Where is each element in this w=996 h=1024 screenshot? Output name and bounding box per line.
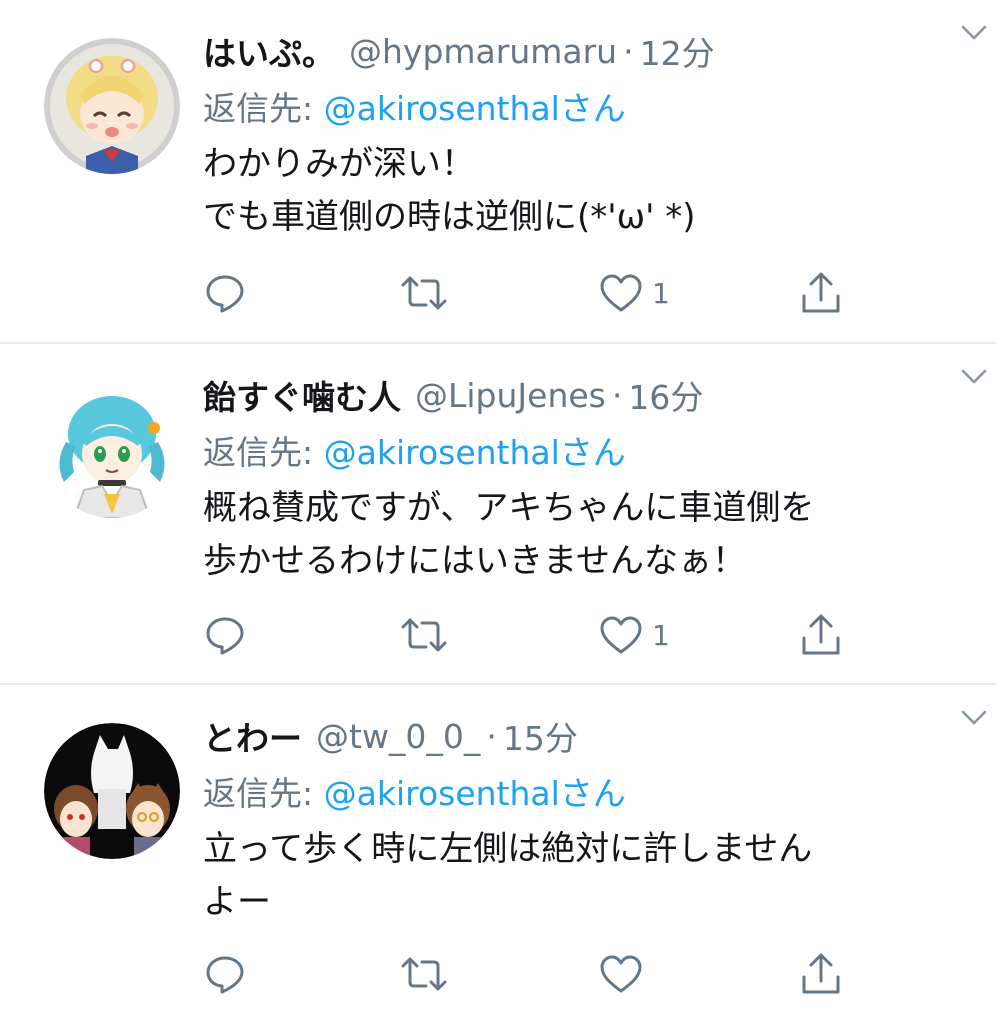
tweet-actions: [203, 949, 843, 999]
retweet-button[interactable]: [399, 949, 449, 999]
chevron-down-icon[interactable]: [958, 360, 990, 392]
tweet[interactable]: はいぷ。 @hypmarumaru · 12分 返信先: @akirosenth…: [0, 0, 996, 344]
avatar-cyan-hair-girl: [44, 382, 180, 518]
retweet-button[interactable]: [399, 268, 449, 318]
timestamp[interactable]: 16分: [628, 371, 703, 419]
tweet-actions: 1: [203, 268, 843, 318]
avatar[interactable]: [44, 723, 180, 859]
reply-context: 返信先: @akirosenthalさん: [203, 80, 966, 138]
heart-icon: [600, 274, 642, 312]
like-button[interactable]: 1: [598, 610, 670, 660]
display-name[interactable]: 飴すぐ噛む人: [203, 371, 401, 419]
tweet-body: とわー @tw_0_0_ · 15分 返信先: @akirosenthalさん …: [203, 707, 966, 929]
avatar-blonde-girl: [44, 38, 180, 174]
reply-icon: [206, 617, 244, 655]
share-button[interactable]: [799, 268, 843, 318]
tweet-actions: 1: [203, 610, 843, 660]
user-handle[interactable]: @tw_0_0_: [316, 717, 480, 756]
timestamp[interactable]: 15分: [503, 712, 578, 760]
share-icon: [802, 272, 840, 313]
tweet-header: とわー @tw_0_0_ · 15分: [203, 707, 966, 765]
chevron-down-icon[interactable]: [958, 701, 990, 733]
separator-dot: ·: [623, 31, 634, 71]
retweet-button[interactable]: [399, 610, 449, 660]
timestamp[interactable]: 12分: [640, 27, 715, 75]
tweet-body: 飴すぐ噛む人 @LipuJenes · 16分 返信先: @akirosenth…: [203, 366, 966, 588]
avatar[interactable]: [44, 38, 180, 174]
retweet-icon: [401, 957, 447, 991]
mention-link[interactable]: @akirosenthalさん: [324, 89, 626, 128]
like-button[interactable]: 1: [598, 268, 670, 318]
tweet-header: 飴すぐ噛む人 @LipuJenes · 16分: [203, 366, 966, 424]
tweet-body: はいぷ。 @hypmarumaru · 12分 返信先: @akirosenth…: [203, 22, 966, 244]
tweet[interactable]: 飴すぐ噛む人 @LipuJenes · 16分 返信先: @akirosenth…: [0, 344, 996, 685]
like-count: 1: [652, 276, 670, 310]
reply-context: 返信先: @akirosenthalさん: [203, 424, 966, 482]
like-count: 1: [652, 618, 670, 652]
share-icon: [802, 953, 840, 994]
display-name[interactable]: はいぷ。: [203, 27, 335, 75]
tweet-text: わかりみが深い！ でも車道側の時は逆側に(*'ω' *): [203, 144, 696, 237]
reply-icon: [206, 956, 244, 994]
reply-prefix: 返信先:: [203, 774, 324, 813]
avatar-group-dark: [44, 723, 180, 859]
tweet-text: 概ね賛成ですが、アキちゃんに車道側を 歩かせるわけにはいきませんなぁ！: [203, 488, 815, 581]
user-handle[interactable]: @hypmarumaru: [349, 32, 617, 71]
mention-link[interactable]: @akirosenthalさん: [324, 774, 626, 813]
heart-icon: [600, 955, 642, 993]
reply-context: 返信先: @akirosenthalさん: [203, 765, 966, 823]
mention-link[interactable]: @akirosenthalさん: [324, 433, 626, 472]
retweet-icon: [401, 276, 447, 310]
tweet[interactable]: とわー @tw_0_0_ · 15分 返信先: @akirosenthalさん …: [0, 685, 996, 1024]
user-handle[interactable]: @LipuJenes: [415, 376, 606, 415]
reply-prefix: 返信先:: [203, 89, 324, 128]
reply-prefix: 返信先:: [203, 433, 324, 472]
retweet-icon: [401, 618, 447, 652]
separator-dot: ·: [611, 375, 623, 415]
heart-icon: [600, 616, 642, 654]
chevron-down-icon[interactable]: [958, 16, 990, 48]
reply-button[interactable]: [203, 268, 247, 318]
avatar[interactable]: [44, 382, 180, 518]
reply-icon: [206, 275, 244, 313]
display-name[interactable]: とわー: [203, 712, 302, 760]
tweet-text: 立って歩く時に左側は絶対に許しません よー: [203, 829, 813, 922]
share-icon: [802, 614, 840, 655]
separator-dot: ·: [486, 716, 497, 756]
share-button[interactable]: [799, 949, 843, 999]
reply-button[interactable]: [203, 610, 247, 660]
timeline: はいぷ。 @hypmarumaru · 12分 返信先: @akirosenth…: [0, 0, 996, 1024]
reply-button[interactable]: [203, 949, 247, 999]
tweet-header: はいぷ。 @hypmarumaru · 12分: [203, 22, 966, 80]
share-button[interactable]: [799, 610, 843, 660]
like-button[interactable]: [598, 949, 652, 999]
